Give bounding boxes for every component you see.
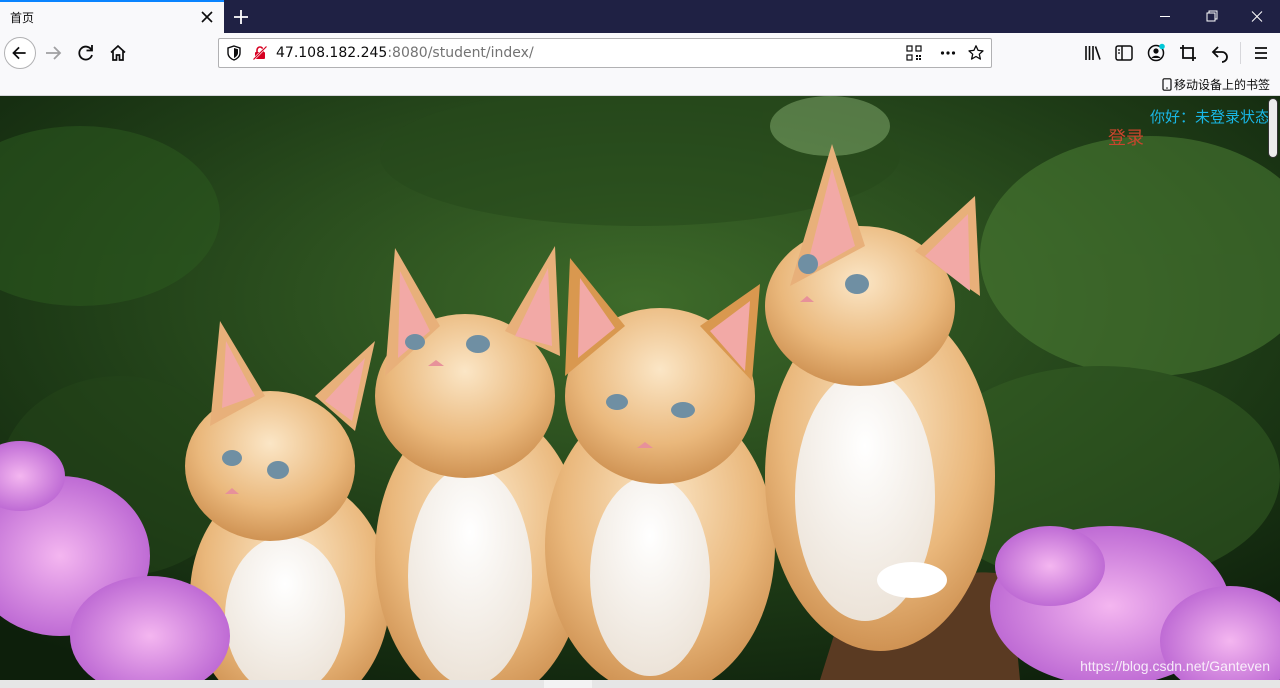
window-close-icon[interactable] (1234, 0, 1280, 33)
minimize-icon[interactable] (1142, 0, 1188, 33)
back-arrow-icon[interactable] (4, 37, 36, 69)
hamburger-menu-icon[interactable] (1250, 42, 1272, 64)
tab-strip: 首页 (0, 0, 1280, 33)
library-icon[interactable] (1082, 42, 1104, 64)
url-path: :8080/student/index/ (387, 45, 534, 61)
csdn-watermark: https://blog.csdn.net/Ganteven (1080, 658, 1270, 674)
reload-icon[interactable] (70, 37, 102, 69)
url-text[interactable]: 47.108.182.245:8080/student/index/ (276, 45, 534, 61)
undo-arrow-icon[interactable] (1209, 42, 1231, 64)
navigation-toolbar: 47.108.182.245:8080/student/index/ (0, 33, 1280, 73)
mobile-bookmarks-label: 移动设备上的书签 (1173, 78, 1270, 92)
home-icon[interactable] (102, 37, 134, 69)
screenshot-crop-icon[interactable] (1177, 42, 1199, 64)
tab-title: 首页 (10, 11, 35, 25)
vertical-scrollbar[interactable] (1268, 98, 1278, 158)
more-actions-icon[interactable] (939, 44, 957, 62)
toolbar-separator (1240, 42, 1241, 64)
kitten-3 (545, 258, 775, 680)
close-icon[interactable] (198, 8, 216, 26)
mobile-bookmarks[interactable]: 移动设备上的书签 (1162, 76, 1270, 93)
account-icon[interactable] (1145, 42, 1167, 64)
forward-arrow-icon[interactable] (38, 37, 70, 69)
sidebar-icon[interactable] (1113, 42, 1135, 64)
url-bar[interactable]: 47.108.182.245:8080/student/index/ (218, 38, 992, 68)
bookmarks-toolbar: 移动设备上的书签 (0, 73, 1280, 96)
plus-icon[interactable] (230, 6, 252, 28)
shield-icon[interactable] (225, 44, 243, 62)
restore-icon[interactable] (1188, 0, 1234, 33)
login-link[interactable]: 登录 (1108, 124, 1144, 150)
star-icon[interactable] (967, 44, 985, 62)
tab-home[interactable]: 首页 (0, 0, 224, 33)
qr-code-icon[interactable] (905, 44, 923, 62)
login-status-text: 你好：未登录状态 (1149, 108, 1270, 126)
mobile-device-icon (1162, 78, 1172, 91)
page-content: 你好：未登录状态 登录 https://blog.csdn.net/Gantev… (0, 96, 1280, 680)
bottom-strip-segment (544, 680, 592, 688)
insecure-lock-icon[interactable] (251, 44, 269, 62)
kittens-background-image (0, 96, 1280, 680)
bottom-strip (0, 680, 1280, 688)
url-host: 47.108.182.245 (276, 45, 388, 61)
